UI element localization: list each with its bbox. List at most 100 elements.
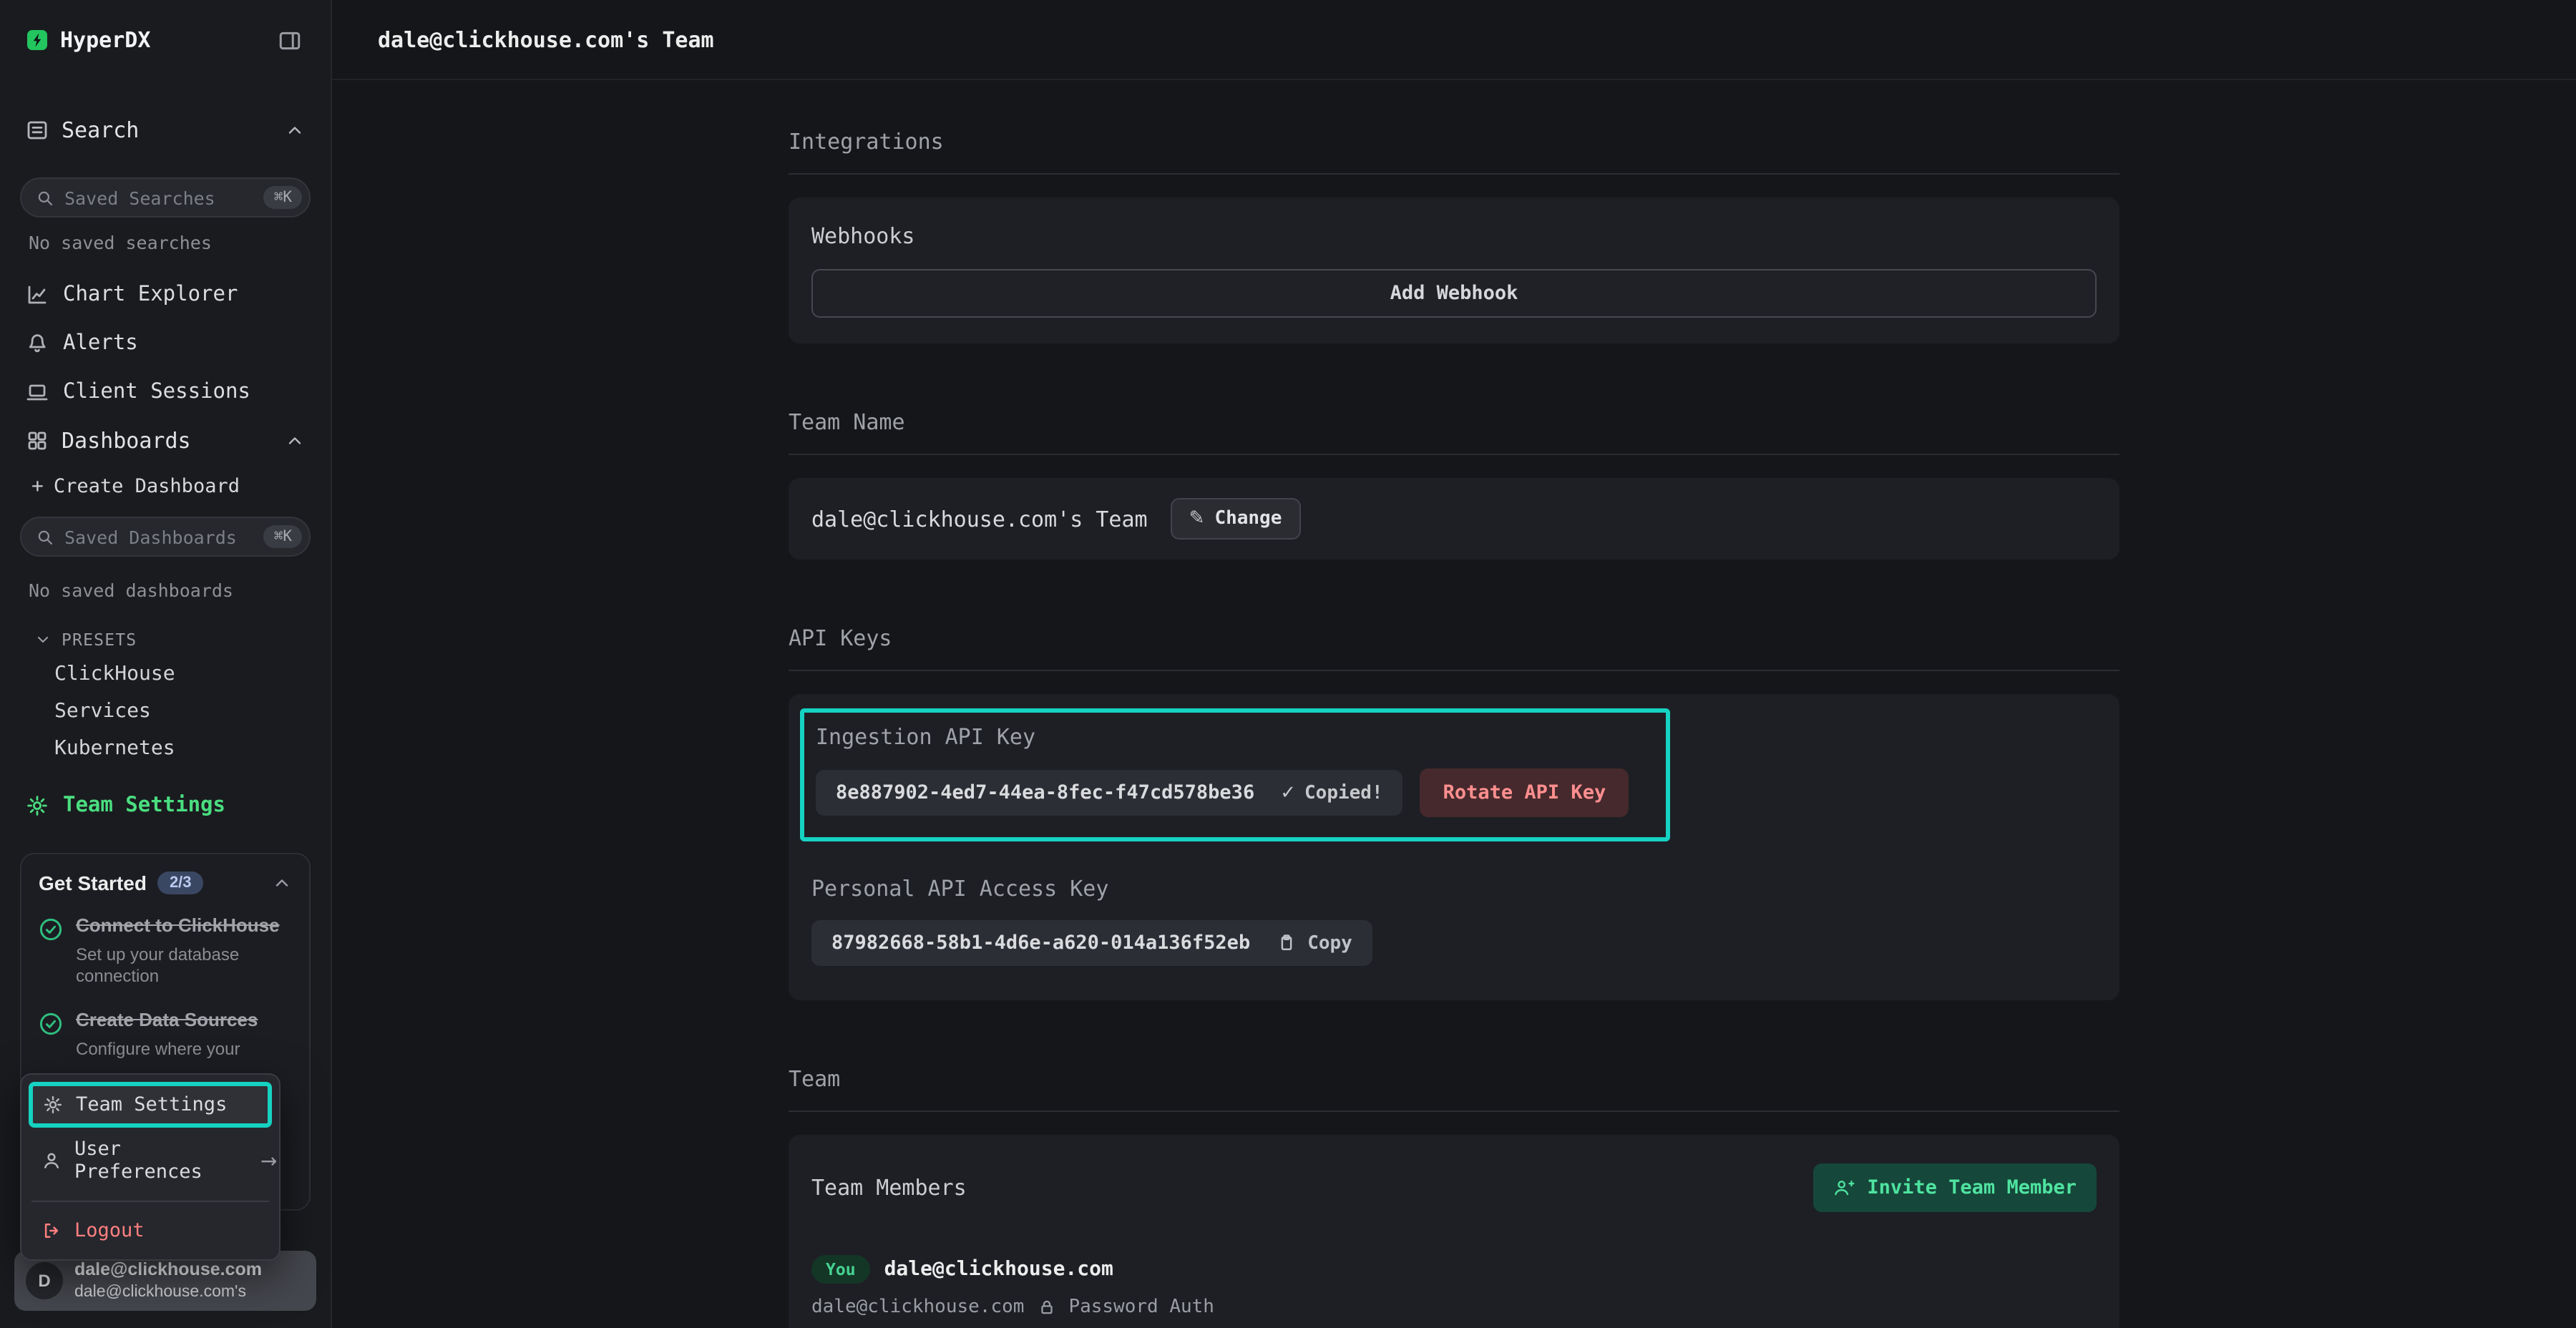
nav-label: Alerts — [63, 332, 138, 355]
no-saved-searches-text: No saved searches — [17, 218, 313, 270]
get-started-item-text: Create Data Sources Configure where your — [76, 1009, 258, 1061]
check-icon: ✓ — [1280, 782, 1296, 804]
team-settings-label: Team Settings — [63, 794, 225, 817]
nav-label: Chart Explorer — [63, 283, 238, 306]
chevron-down-icon — [34, 631, 52, 648]
get-started-item-connect[interactable]: Connect to ClickHouse Set up your databa… — [39, 914, 292, 989]
chevron-up-icon — [272, 873, 292, 893]
team-title: Team — [789, 1066, 2119, 1092]
search-icon — [36, 527, 54, 546]
divider — [789, 454, 2119, 455]
sidebar-section-search[interactable]: Search — [17, 106, 313, 155]
sidebar-section-dashboards[interactable]: Dashboards — [17, 416, 313, 465]
member-meta: dale@clickhouse.com Password Auth — [811, 1297, 2097, 1318]
bell-icon — [26, 332, 49, 355]
menu-item-label: Logout — [74, 1219, 145, 1242]
get-started-item-sources[interactable]: Create Data Sources Configure where your — [39, 1009, 292, 1061]
member-email: dale@clickhouse.com — [811, 1297, 1024, 1318]
team-members-card: Team Members Invite Team Member You dale… — [789, 1135, 2119, 1328]
saved-dashboards-placeholder: Saved Dashboards — [64, 526, 254, 547]
nav-client-sessions[interactable]: Client Sessions — [17, 368, 313, 416]
search-section-label: Search — [62, 117, 272, 143]
gear-icon — [43, 1095, 63, 1115]
brand-name: HyperDX — [60, 27, 150, 53]
sidebar-collapse-button[interactable] — [275, 25, 305, 55]
clipboard-icon — [1276, 933, 1296, 953]
team-name-card: dale@clickhouse.com's Team ✎ Change — [789, 478, 2119, 560]
team-name-title: Team Name — [789, 409, 2119, 435]
section-team: Team Team Members Invite Team Member You… — [789, 1066, 2119, 1328]
item-title: Connect to ClickHouse — [76, 914, 292, 939]
section-team-name: Team Name dale@clickhouse.com's Team ✎ C… — [789, 409, 2119, 560]
presets-label: PRESETS — [62, 630, 137, 650]
nav-chart-explorer[interactable]: Chart Explorer — [17, 270, 313, 319]
team-members-label: Team Members — [811, 1175, 967, 1201]
arrow-right-icon: → — [260, 1151, 277, 1173]
member-auth: Password Auth — [1068, 1297, 1214, 1318]
preset-clickhouse[interactable]: ClickHouse — [17, 655, 313, 693]
section-api-keys: API Keys Ingestion API Key 8e887902-4ed7… — [789, 625, 2119, 1000]
presets-toggle[interactable]: PRESETS — [17, 618, 313, 655]
preset-kubernetes[interactable]: Kubernetes — [17, 730, 313, 767]
hyperdx-logo-icon — [26, 29, 49, 52]
menu-item-team-settings[interactable]: Team Settings — [29, 1082, 272, 1128]
webhooks-label: Webhooks — [811, 223, 2097, 249]
rotate-api-key-button[interactable]: Rotate API Key — [1420, 768, 1629, 817]
saved-searches-input[interactable]: Saved Searches ⌘K — [20, 177, 311, 218]
item-subtitle: Configure where your — [76, 1039, 258, 1061]
integrations-title: Integrations — [789, 129, 2119, 155]
invite-team-member-button[interactable]: Invite Team Member — [1813, 1163, 2097, 1212]
create-dashboard-label: Create Dashboard — [54, 475, 240, 498]
get-started-header[interactable]: Get Started 2/3 — [39, 872, 292, 894]
settings-content: Integrations Webhooks Add Webhook Team N… — [789, 80, 2119, 1328]
page-header: dale@clickhouse.com's Team — [332, 0, 2576, 80]
nav-alerts[interactable]: Alerts — [17, 319, 313, 368]
lock-icon — [1037, 1298, 1055, 1317]
nav-label: Client Sessions — [63, 381, 250, 404]
dashboards-section-label: Dashboards — [62, 428, 272, 454]
ingestion-key-value[interactable]: 8e887902-4ed7-44ea-8fec-f47cd578be36 ✓ C… — [816, 770, 1403, 816]
pencil-icon: ✎ — [1189, 508, 1205, 529]
personal-key-value[interactable]: 87982668-58b1-4d6e-a620-014a136f52eb Cop… — [811, 920, 1372, 966]
invite-label: Invite Team Member — [1867, 1176, 2077, 1199]
key-text: 87982668-58b1-4d6e-a620-014a136f52eb — [831, 932, 1250, 954]
shortcut-badge: ⌘K — [264, 186, 302, 209]
create-dashboard-button[interactable]: + Create Dashboard — [17, 465, 313, 508]
key-text: 8e887902-4ed7-44ea-8fec-f47cd578be36 — [836, 781, 1254, 804]
add-webhook-button[interactable]: Add Webhook — [811, 269, 2097, 318]
check-circle-icon — [39, 917, 63, 942]
menu-divider — [31, 1201, 269, 1202]
chevron-up-icon — [285, 431, 305, 451]
menu-item-label: User Preferences — [74, 1138, 259, 1183]
divider — [789, 1110, 2119, 1112]
gear-icon — [26, 794, 49, 817]
you-badge: You — [811, 1255, 870, 1284]
copy-label: Copy — [1307, 932, 1352, 954]
check-circle-icon — [39, 1012, 63, 1036]
sidebar: HyperDX Search Saved Searches ⌘K No save… — [0, 0, 332, 1328]
search-icon — [36, 188, 54, 207]
user-subtitle: dale@clickhouse.com's — [74, 1281, 262, 1302]
nav-team-settings[interactable]: Team Settings — [17, 781, 313, 830]
divider — [789, 670, 2119, 671]
avatar: D — [26, 1262, 63, 1299]
ingestion-key-label: Ingestion API Key — [816, 724, 1629, 750]
section-integrations: Integrations Webhooks Add Webhook — [789, 129, 2119, 343]
menu-item-label: Team Settings — [76, 1093, 227, 1116]
menu-item-user-preferences[interactable]: User Preferences — [29, 1128, 272, 1193]
change-team-name-button[interactable]: ✎ Change — [1171, 498, 1301, 540]
menu-item-logout[interactable]: Logout — [29, 1209, 272, 1252]
api-keys-title: API Keys — [789, 625, 2119, 651]
saved-dashboards-input[interactable]: Saved Dashboards ⌘K — [20, 517, 311, 557]
member-row: You dale@clickhouse.com — [811, 1255, 2097, 1284]
app-root: HyperDX Search Saved Searches ⌘K No save… — [0, 0, 2576, 1328]
page-title: dale@clickhouse.com's Team — [378, 26, 714, 52]
ingestion-key-annotation: Ingestion API Key 8e887902-4ed7-44ea-8fe… — [800, 708, 1670, 841]
webhooks-card: Webhooks Add Webhook — [789, 197, 2119, 343]
saved-searches-placeholder: Saved Searches — [64, 187, 254, 208]
logs-icon — [26, 119, 49, 142]
preset-services[interactable]: Services — [17, 693, 313, 730]
user-name: dale@clickhouse.com — [74, 1259, 262, 1281]
plus-icon: + — [31, 475, 44, 498]
personal-key-row: 87982668-58b1-4d6e-a620-014a136f52eb Cop… — [811, 920, 2097, 966]
